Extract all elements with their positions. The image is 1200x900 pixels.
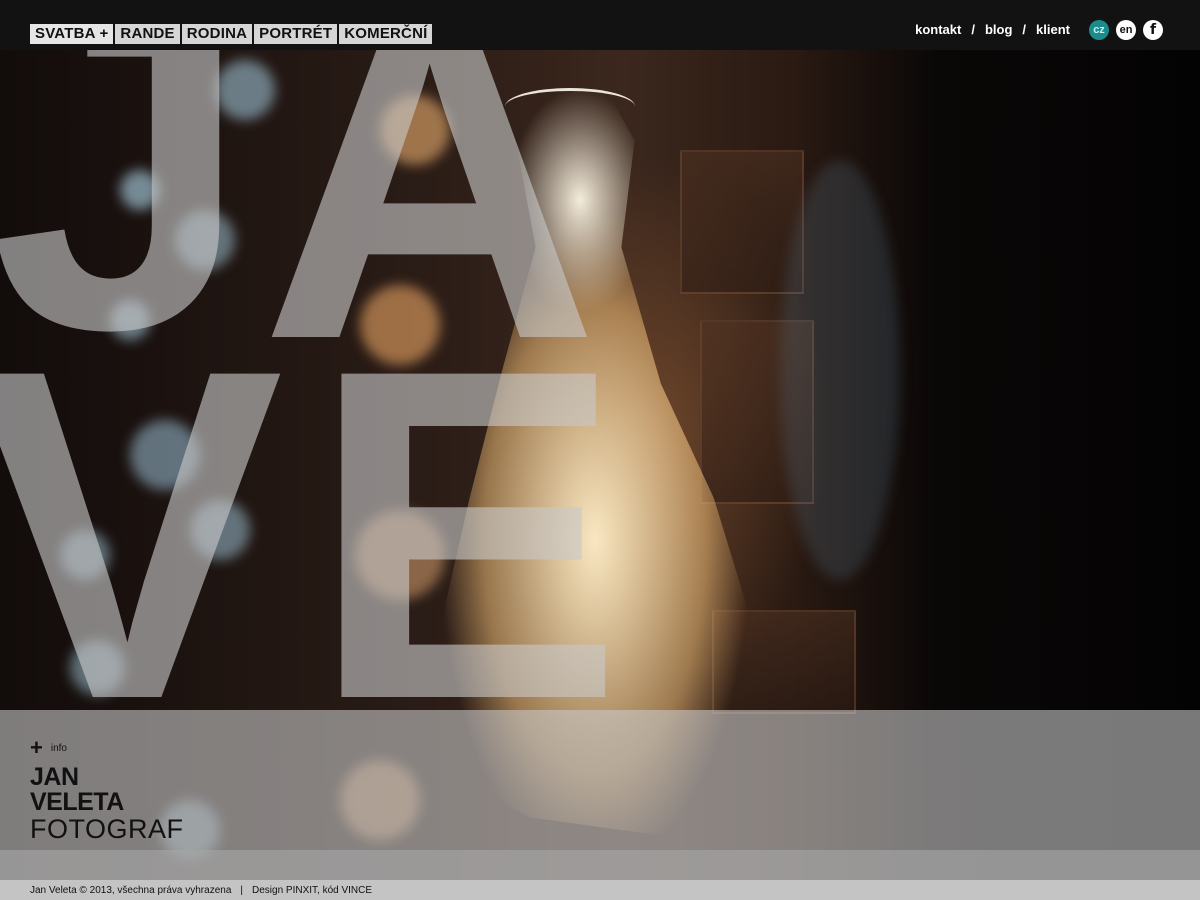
nav-separator: / (1022, 22, 1027, 37)
door-panel (680, 150, 804, 294)
nav-item-rodina[interactable]: RODINA (181, 24, 253, 44)
link-blog[interactable]: blog (985, 22, 1012, 37)
hero-letter-e: E (310, 272, 623, 797)
logo-line-1: JAN (30, 763, 79, 791)
footer-copyright: Jan Veleta © 2013, všechna práva vyhraze… (30, 884, 232, 896)
link-klient[interactable]: klient (1036, 22, 1070, 37)
logo-line-3: FOTOGRAF (30, 814, 184, 844)
language-switcher: cz en f (1089, 20, 1163, 40)
bokeh-light (780, 160, 900, 580)
nav-separator: / (971, 22, 975, 37)
footer-credits: Design PINXIT, kód VINCE (252, 884, 373, 896)
nav-item-rande[interactable]: RANDE (115, 24, 180, 44)
utility-nav: kontakt / blog / klient (915, 22, 1070, 37)
link-kontakt[interactable]: kontakt (915, 22, 961, 37)
nav-item-portret[interactable]: PORTRÉT (254, 24, 338, 44)
hero-letter-v: V (0, 272, 283, 797)
plus-icon: + (30, 735, 43, 760)
footer: Jan Veleta © 2013, všechna práva vyhraze… (0, 880, 1200, 900)
logo-line-2: VELETA (30, 788, 124, 816)
facebook-icon[interactable]: f (1143, 20, 1163, 40)
info-label: info (50, 742, 67, 754)
nav-item-komercni[interactable]: KOMERČNÍ (339, 24, 433, 44)
main-nav: SVATBA + RANDE RODINA PORTRÉT KOMERČNÍ (30, 24, 433, 44)
footer-spacer (0, 850, 1200, 880)
nav-item-svatba[interactable]: SVATBA + (30, 24, 114, 44)
info-toggle[interactable]: + info (30, 735, 67, 760)
site-logo[interactable]: JAN VELETA FOTOGRAF (30, 763, 184, 844)
footer-separator: | (240, 884, 243, 896)
lang-cz-button[interactable]: cz (1089, 20, 1109, 40)
lang-en-button[interactable]: en (1116, 20, 1136, 40)
